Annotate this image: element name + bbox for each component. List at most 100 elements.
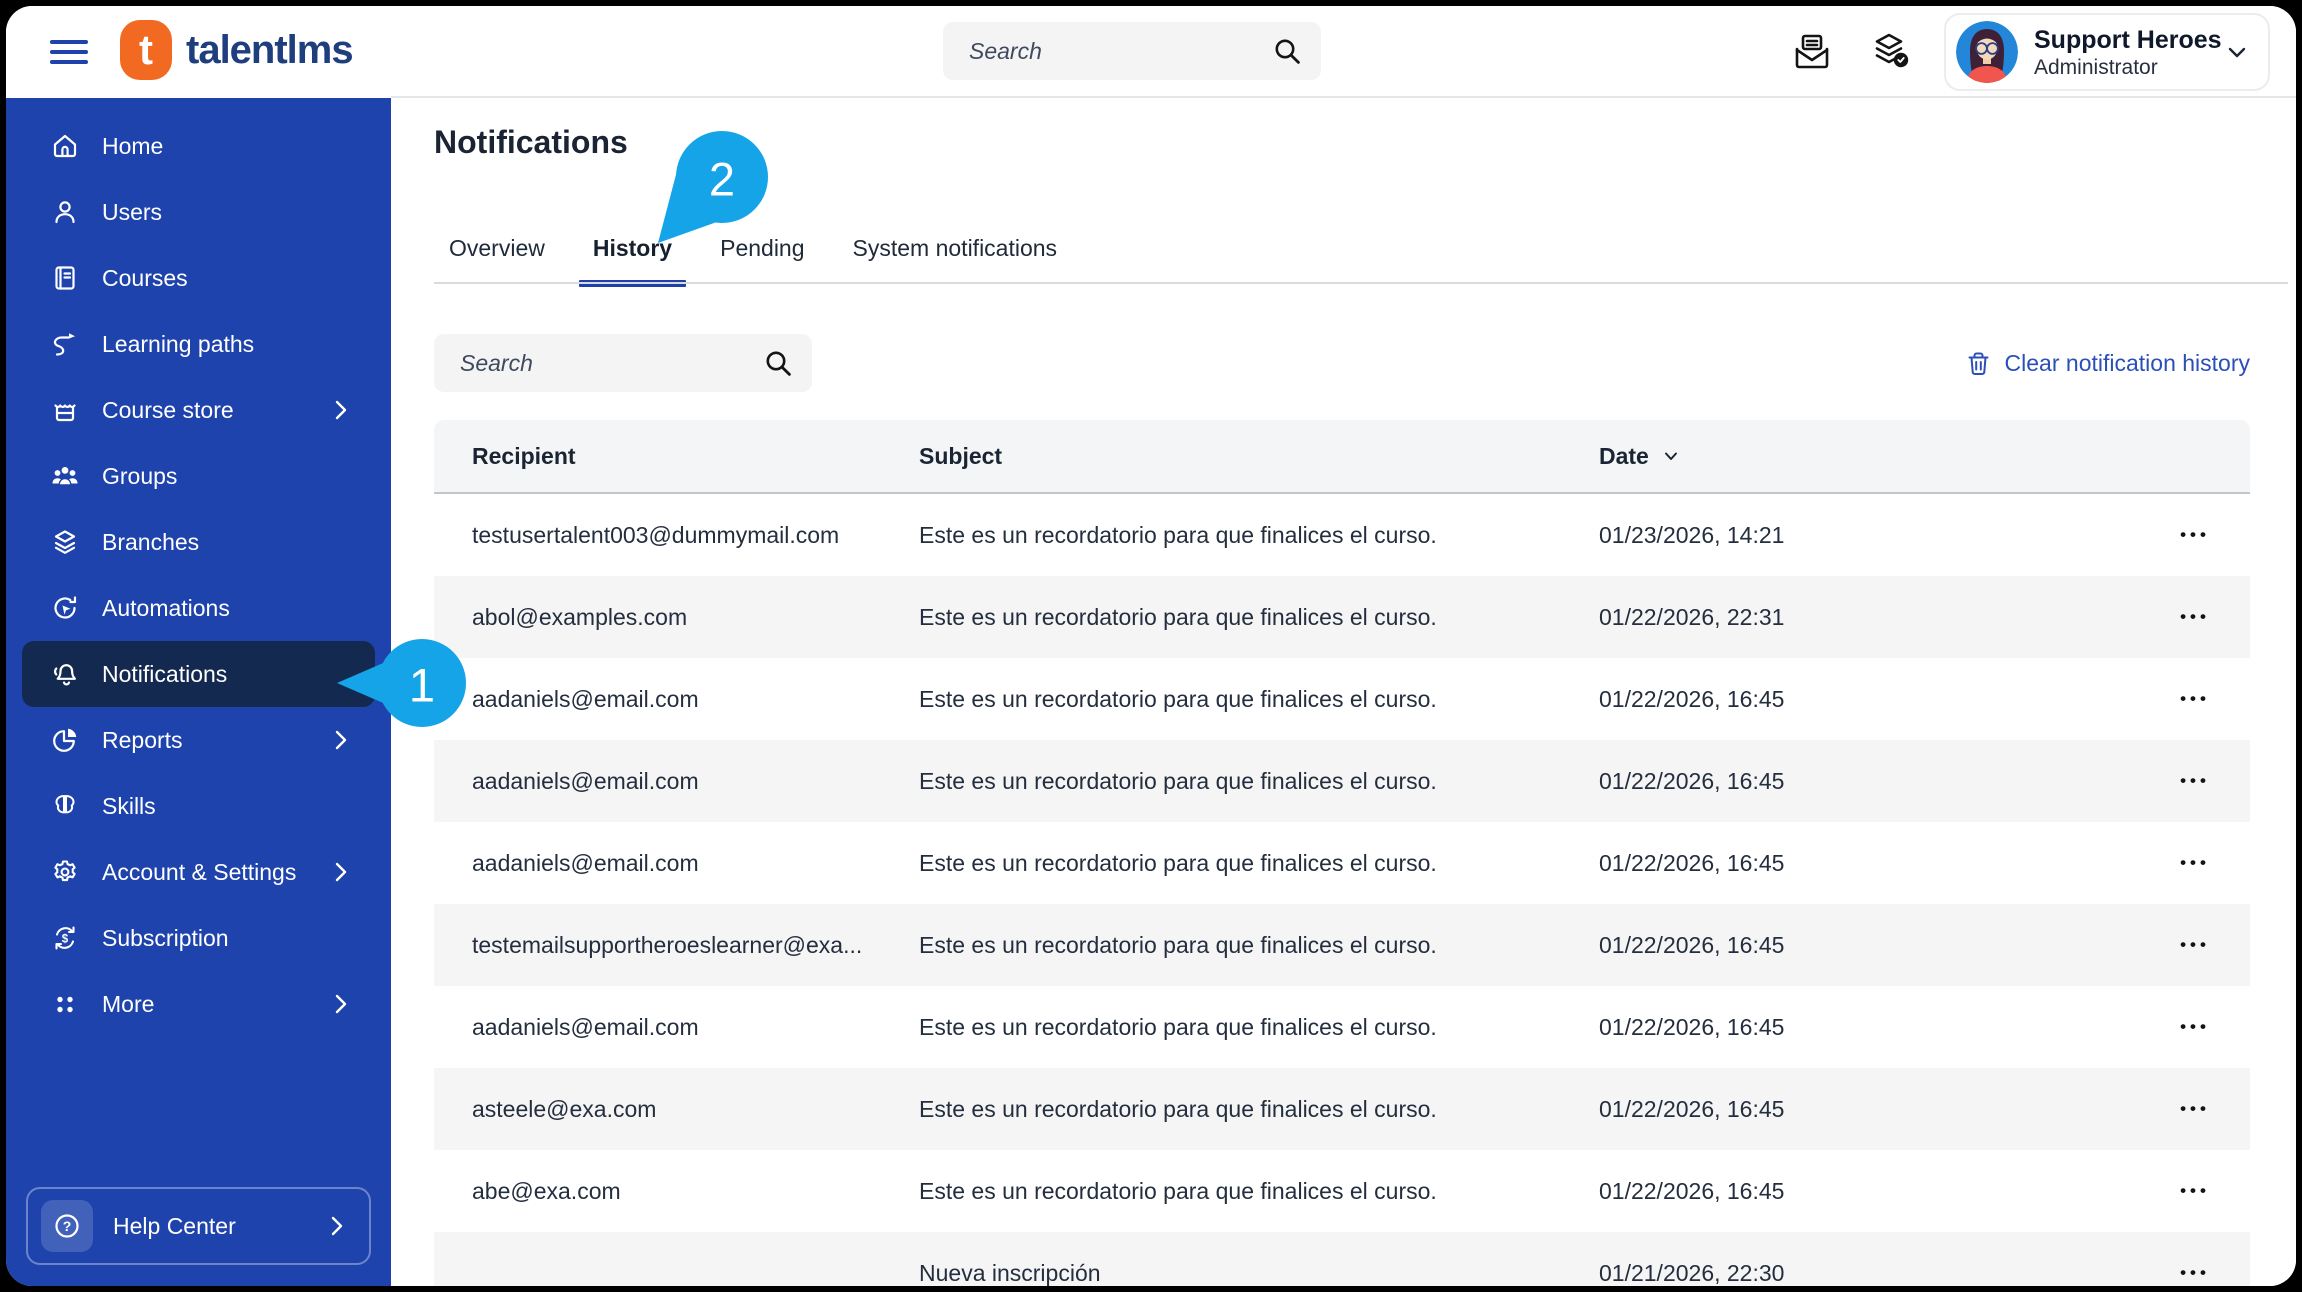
column-header-recipient: Recipient <box>472 442 576 469</box>
account-menu[interactable]: Support Heroes Administrator <box>1944 13 2270 91</box>
row-actions-ellipsis-button[interactable]: ••• <box>2168 763 2222 799</box>
subject-cell: Este es un recordatorio para que finalic… <box>919 1177 1437 1204</box>
global-search-input[interactable] <box>943 22 1321 80</box>
date-cell: 01/23/2026, 14:21 <box>1599 521 1785 548</box>
sidebar-item-groups[interactable]: Groups <box>22 443 375 509</box>
sidebar-item-course-store[interactable]: Course store <box>22 377 375 443</box>
date-cell: 01/22/2026, 22:31 <box>1599 603 1785 630</box>
bell-icon <box>50 659 80 689</box>
table-row: testusertalent003@dummymail.com Este es u… <box>434 494 2250 576</box>
page-title: Notifications <box>434 124 628 160</box>
sidebar-item-branches[interactable]: Branches <box>22 509 375 575</box>
date-cell: 01/22/2026, 16:45 <box>1599 767 1785 794</box>
recipient-cell: aadaniels@email.com <box>472 685 699 712</box>
sidebar-item-reports[interactable]: Reports <box>22 707 375 773</box>
global-search <box>943 22 1321 80</box>
recipient-cell: testusertalent003@dummymail.com <box>472 521 840 548</box>
sidebar-item-label: Course store <box>102 396 234 423</box>
sidebar-item-more[interactable]: More <box>22 971 375 1037</box>
row-actions-ellipsis-button[interactable]: ••• <box>2168 517 2222 553</box>
search-icon[interactable] <box>764 349 792 377</box>
sidebar-item-label: Skills <box>102 792 156 819</box>
row-actions-ellipsis-button[interactable]: ••• <box>2168 681 2222 717</box>
logo-mark-icon: t <box>120 20 172 80</box>
tab-pending[interactable]: Pending <box>720 234 804 262</box>
row-actions-ellipsis-button[interactable]: ••• <box>2168 1091 2222 1127</box>
store-icon <box>50 395 80 425</box>
row-actions-ellipsis-button[interactable]: ••• <box>2168 1255 2222 1286</box>
row-actions-ellipsis-button[interactable]: ••• <box>2168 599 2222 635</box>
account-role: Administrator <box>2034 55 2158 79</box>
tab-divider <box>434 282 2288 284</box>
sidebar-item-label: Notifications <box>102 660 228 687</box>
sidebar-item-label: Reports <box>102 726 183 753</box>
book-icon <box>50 263 80 293</box>
table-row: asteele@exa.com Este es un recordatorio p… <box>434 1068 2250 1150</box>
sidebar-item-notifications[interactable]: Notifications <box>22 641 375 707</box>
sidebar: Home Users Courses Learning paths Course sto… <box>6 98 391 1286</box>
sidebar-item-courses[interactable]: Courses <box>22 245 375 311</box>
automation-icon <box>50 593 80 623</box>
date-cell: 01/22/2026, 16:45 <box>1599 1013 1785 1040</box>
notification-history-table: Recipient Subject Date testusertalent003… <box>434 420 2250 1286</box>
search-icon[interactable] <box>1273 37 1301 65</box>
chevron-right-icon <box>331 860 351 884</box>
trash-icon <box>1968 352 1989 375</box>
chevron-right-icon <box>331 728 351 752</box>
sidebar-item-label: More <box>102 990 155 1017</box>
date-cell: 01/22/2026, 16:45 <box>1599 931 1785 958</box>
row-actions-ellipsis-button[interactable]: ••• <box>2168 1173 2222 1209</box>
row-actions-ellipsis-button[interactable]: ••• <box>2168 1009 2222 1045</box>
date-cell: 01/22/2026, 16:45 <box>1599 849 1785 876</box>
menu-toggle-button[interactable] <box>50 34 88 68</box>
message-inbox-icon[interactable] <box>1790 30 1834 74</box>
recipient-cell: testemailsupportheroeslearner@exa... <box>472 931 863 958</box>
recipient-cell: aadaniels@email.com <box>472 1013 699 1040</box>
sidebar-item-skills[interactable]: Skills <box>22 773 375 839</box>
chevron-right-icon <box>331 398 351 422</box>
row-actions-ellipsis-button[interactable]: ••• <box>2168 927 2222 963</box>
sidebar-item-label: Subscription <box>102 924 229 951</box>
user-icon <box>50 197 80 227</box>
subject-cell: Este es un recordatorio para que finalic… <box>919 521 1437 548</box>
gear-icon <box>50 857 80 887</box>
column-header-date[interactable]: Date <box>1599 443 2140 470</box>
date-cell: 01/22/2026, 16:45 <box>1599 685 1785 712</box>
grid-dots-icon <box>50 989 80 1019</box>
row-actions-ellipsis-button[interactable]: ••• <box>2168 845 2222 881</box>
subject-cell: Este es un recordatorio para que finalic… <box>919 1095 1437 1122</box>
svg-text:?: ? <box>63 1218 72 1234</box>
sidebar-item-subscription[interactable]: $ Subscription <box>22 905 375 971</box>
tab-history[interactable]: History <box>578 234 687 287</box>
subject-cell: Nueva inscripción <box>919 1259 1101 1286</box>
recipient-cell: aadaniels@email.com <box>472 849 699 876</box>
subject-cell: Este es un recordatorio para que finalic… <box>919 767 1437 794</box>
sidebar-item-learning-paths[interactable]: Learning paths <box>22 311 375 377</box>
main-content: Notifications Overview History Pending Syst… <box>391 98 2296 1286</box>
sidebar-item-help-center[interactable]: ? Help Center <box>26 1187 371 1265</box>
sidebar-item-label: Automations <box>102 594 230 621</box>
sidebar-item-account-settings[interactable]: Account & Settings <box>22 839 375 905</box>
date-cell: 01/22/2026, 16:45 <box>1599 1177 1785 1204</box>
sidebar-item-users[interactable]: Users <box>22 179 375 245</box>
group-icon <box>50 461 80 491</box>
sidebar-item-label: Learning paths <box>102 330 255 357</box>
sidebar-item-label: Account & Settings <box>102 858 297 885</box>
tab-overview[interactable]: Overview <box>449 234 545 262</box>
table-row: aadaniels@email.com Este es un recordator… <box>434 822 2250 904</box>
branch-switcher-icon[interactable] <box>1868 30 1912 74</box>
tab-system-notifications[interactable]: System notifications <box>853 234 1058 262</box>
table-row: aadaniels@email.com Este es un recordator… <box>434 986 2250 1068</box>
brand-logo[interactable]: t talentlms <box>120 20 354 80</box>
sidebar-item-home[interactable]: Home <box>22 113 375 179</box>
clear-notification-history-button[interactable]: Clear notification history <box>1965 334 2250 392</box>
history-search-input[interactable] <box>434 334 812 392</box>
subject-cell: Este es un recordatorio para que finalic… <box>919 685 1437 712</box>
sidebar-item-automations[interactable]: Automations <box>22 575 375 641</box>
app-window: t talentlms Search Support Heroes Admini… <box>6 6 2296 1286</box>
sidebar-item-label: Home <box>102 132 164 159</box>
sidebar-item-label: Groups <box>102 462 178 489</box>
sidebar-item-label: Users <box>102 198 163 225</box>
history-search <box>434 334 812 392</box>
recipient-cell: abe@exa.com <box>472 1177 621 1204</box>
